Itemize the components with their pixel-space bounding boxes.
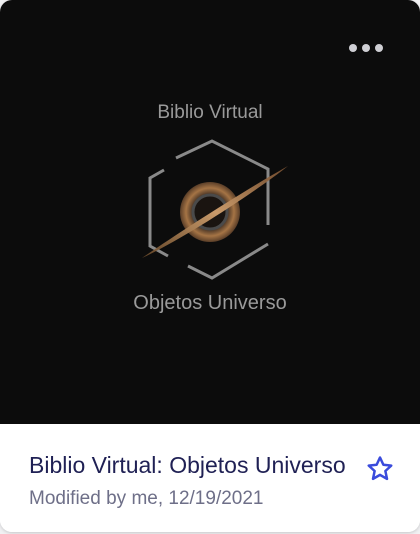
more-options-button[interactable]	[336, 30, 396, 66]
project-title[interactable]: Biblio Virtual: Objetos Universo	[29, 452, 355, 479]
favorite-button[interactable]	[363, 452, 397, 486]
star-outline-icon	[367, 456, 393, 481]
modified-info: Modified by me, 12/19/2021	[29, 488, 264, 509]
logo-bottom-text: Objetos Universo	[133, 292, 287, 314]
project-card[interactable]: Biblio Virtual Objetos Universo Biblio V…	[0, 0, 420, 532]
more-options-icon	[349, 44, 383, 52]
card-info: Biblio Virtual: Objetos Universo Modifie…	[0, 424, 420, 532]
logo-top-text: Biblio Virtual	[157, 102, 263, 123]
project-thumbnail[interactable]: Biblio Virtual Objetos Universo	[0, 0, 420, 424]
